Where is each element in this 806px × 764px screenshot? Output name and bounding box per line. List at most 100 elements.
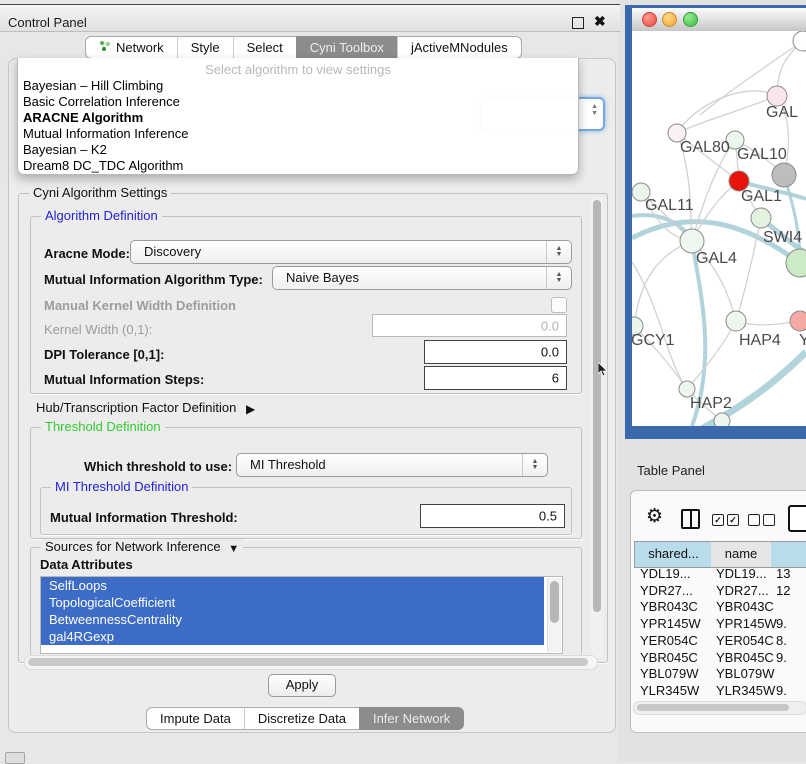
table-cell: YPR145W bbox=[640, 616, 701, 631]
network-node[interactable] bbox=[751, 208, 771, 228]
tab-infer-network[interactable]: Infer Network bbox=[359, 707, 464, 730]
network-edge bbox=[700, 352, 806, 426]
sources-group-title[interactable]: Sources for Network Inference ▼ bbox=[41, 539, 243, 554]
manual-kernel-checkbox[interactable] bbox=[551, 297, 567, 313]
dpi-tolerance-field[interactable]: 0.0 bbox=[424, 340, 567, 364]
algorithm-dropdown-list[interactable]: Select algorithm to view settings Bayesi… bbox=[17, 58, 579, 175]
table-column-header[interactable]: name bbox=[711, 541, 772, 568]
network-edge bbox=[687, 321, 736, 389]
tab-jactivemnodules[interactable]: jActiveMNodules bbox=[397, 36, 522, 59]
dropdown-item[interactable]: Bayesian – K2 bbox=[18, 142, 578, 158]
network-node-label: Y bbox=[799, 332, 806, 349]
unchecked-checkbox-icon[interactable] bbox=[763, 514, 775, 526]
table-cell: 8. bbox=[776, 633, 787, 648]
dropdown-item[interactable]: ARACNE Algorithm bbox=[18, 110, 578, 126]
attribute-item-selected[interactable]: TopologicalCoefficient bbox=[41, 594, 544, 611]
data-attributes-list[interactable]: SelfLoopsTopologicalCoefficientBetweenne… bbox=[40, 576, 563, 654]
table-column-header[interactable] bbox=[771, 541, 806, 568]
horizontal-scrollbar-thumb[interactable] bbox=[28, 658, 588, 666]
aracne-mode-combobox[interactable]: Discovery ▲▼ bbox=[130, 240, 572, 264]
table-cell: YLR345W bbox=[716, 683, 775, 698]
which-threshold-combobox[interactable]: MI Threshold ▲▼ bbox=[236, 453, 548, 477]
dropdown-item[interactable]: Bayesian – Hill Climbing bbox=[18, 78, 578, 94]
mi-type-combobox[interactable]: Naive Bayes ▲▼ bbox=[272, 266, 572, 290]
mi-threshold-definition-title: MI Threshold Definition bbox=[51, 479, 192, 494]
table-column-header[interactable]: shared... bbox=[634, 541, 713, 568]
aracne-mode-value: Discovery bbox=[144, 241, 201, 263]
zoom-traffic-icon[interactable] bbox=[683, 12, 698, 27]
control-panel-titlebar: Control Panel ✖ bbox=[0, 5, 620, 32]
tab-style[interactable]: Style bbox=[177, 36, 233, 59]
tab-select[interactable]: Select bbox=[233, 36, 296, 59]
mi-steps-field[interactable]: 6 bbox=[424, 366, 567, 390]
attribute-list-scrollbar[interactable] bbox=[547, 578, 561, 652]
table-cell: YBR045C bbox=[716, 650, 774, 665]
minimize-traffic-icon[interactable] bbox=[662, 12, 677, 27]
mi-steps-label: Mutual Information Steps: bbox=[44, 372, 204, 387]
close-traffic-icon[interactable] bbox=[642, 12, 657, 27]
network-node-label: GCY1 bbox=[632, 332, 675, 349]
float-panel-icon[interactable] bbox=[572, 17, 584, 29]
combo-stepper-icon: ▲▼ bbox=[546, 267, 571, 289]
tab-label: Cyni Toolbox bbox=[310, 37, 384, 58]
table-rows: YDL19...YDL19...13YDR27...YDR27...12YBR0… bbox=[630, 566, 806, 701]
dropdown-item[interactable]: Mutual Information Inference bbox=[18, 126, 578, 142]
dropdown-item[interactable]: Dream8 DC_TDC Algorithm bbox=[18, 158, 578, 174]
mi-threshold-field[interactable]: 0.5 bbox=[420, 504, 565, 528]
table-row[interactable]: YBL079WYBL079W bbox=[630, 666, 806, 683]
table-row[interactable]: YER054CYER054C8. bbox=[630, 633, 806, 650]
table-cell: YDL19... bbox=[640, 566, 691, 581]
table-horizontal-scrollbar[interactable] bbox=[633, 701, 806, 715]
tab-cyni-toolbox[interactable]: Cyni Toolbox bbox=[296, 36, 397, 59]
network-node-label: GAL4 bbox=[696, 250, 737, 267]
checked-checkbox-icon[interactable]: ✓ bbox=[727, 514, 739, 526]
table-scrollbar-thumb[interactable] bbox=[637, 704, 789, 711]
close-icon[interactable]: ✖ bbox=[594, 13, 606, 30]
column-layout-icon[interactable] bbox=[681, 509, 700, 529]
network-node[interactable] bbox=[767, 86, 787, 106]
network-node[interactable] bbox=[772, 163, 796, 187]
table-row[interactable]: YLR345WYLR345W9. bbox=[630, 683, 806, 700]
table-row[interactable]: YDR27...YDR27...12 bbox=[630, 583, 806, 600]
attribute-scrollbar-thumb[interactable] bbox=[550, 581, 559, 623]
tab-network[interactable]: Network bbox=[85, 36, 177, 59]
network-node[interactable] bbox=[726, 311, 746, 331]
network-node[interactable] bbox=[714, 413, 730, 426]
table-cell: YBR045C bbox=[640, 650, 698, 665]
table-cell: YDL19... bbox=[716, 566, 767, 581]
settings-scrollbar-thumb[interactable] bbox=[593, 200, 601, 612]
network-node[interactable] bbox=[790, 311, 806, 331]
kernel-width-value: 0.0 bbox=[541, 318, 559, 333]
collapsed-panel-icon[interactable] bbox=[5, 752, 25, 764]
table-row[interactable]: YPR145WYPR145W9. bbox=[630, 616, 806, 633]
settings-horizontal-scrollbar[interactable] bbox=[24, 655, 598, 670]
tab-discretize-data[interactable]: Discretize Data bbox=[244, 707, 359, 730]
table-cell: 9. bbox=[776, 650, 787, 665]
attribute-item-selected[interactable]: SelfLoops bbox=[41, 577, 544, 594]
hub-definition-expander[interactable]: Hub/Transcription Factor Definition ▶ bbox=[36, 400, 255, 415]
tab-label: Style bbox=[191, 37, 220, 58]
table-cell: YLR345W bbox=[640, 683, 699, 698]
apply-button[interactable]: Apply bbox=[268, 674, 336, 697]
control-panel-title: Control Panel bbox=[8, 15, 87, 30]
network-window-titlebar[interactable] bbox=[632, 8, 806, 32]
network-graph: GALGAL80GAL10GAL1GAL11SWI4GAL4GCY1HAP4YH… bbox=[632, 31, 806, 426]
table-row[interactable]: YBR043CYBR043C bbox=[630, 599, 806, 616]
dropdown-item[interactable]: Basic Correlation Inference bbox=[18, 94, 578, 110]
network-canvas[interactable]: GALGAL80GAL10GAL1GAL11SWI4GAL4GCY1HAP4YH… bbox=[632, 31, 806, 426]
tab-impute-data[interactable]: Impute Data bbox=[146, 707, 244, 730]
kernel-width-field[interactable]: 0.0 bbox=[372, 314, 567, 337]
attribute-item-selected[interactable]: BetweennessCentrality bbox=[41, 611, 544, 628]
table-row[interactable]: YBR045CYBR045C9. bbox=[630, 650, 806, 667]
mouse-cursor bbox=[598, 362, 609, 377]
unchecked-checkbox-icon[interactable] bbox=[748, 514, 760, 526]
checked-checkbox-icon[interactable]: ✓ bbox=[712, 514, 724, 526]
document-icon[interactable] bbox=[788, 505, 806, 532]
settings-scrollbar[interactable] bbox=[591, 197, 603, 657]
gear-icon[interactable]: ⚙ bbox=[646, 505, 663, 527]
table-row[interactable]: YDL19...YDL19...13 bbox=[630, 566, 806, 583]
table-cell: YDR27... bbox=[640, 583, 693, 598]
table-cell: YBR043C bbox=[716, 599, 774, 614]
attribute-item-selected[interactable]: gal4RGexp bbox=[41, 628, 544, 645]
network-node-label: SWI4 bbox=[763, 229, 802, 246]
